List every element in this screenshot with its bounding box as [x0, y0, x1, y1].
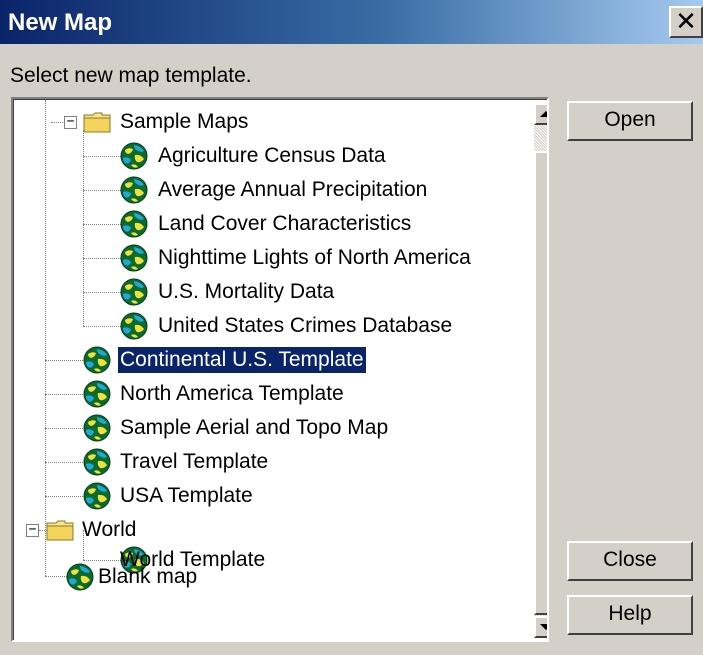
tree-scrollbar[interactable] — [534, 103, 547, 638]
close-icon[interactable]: ✕ — [669, 6, 703, 38]
title-bar: New Map ✕ — [0, 0, 703, 44]
globe-map-icon — [82, 379, 112, 409]
globe-map-icon — [82, 481, 112, 511]
tree-item-travel-template[interactable]: Travel Template — [120, 449, 268, 475]
globe-map-icon — [82, 447, 112, 477]
instruction-label: Select new map template. — [10, 64, 252, 87]
globe-map-icon — [119, 209, 149, 239]
tree-item-usa-template[interactable]: USA Template — [120, 483, 253, 509]
tree-item-us-crimes-database[interactable]: United States Crimes Database — [158, 313, 452, 339]
globe-map-icon — [82, 413, 112, 443]
folder-icon — [83, 111, 111, 133]
globe-map-icon — [119, 175, 149, 205]
open-button[interactable]: Open — [567, 101, 693, 141]
tree-item-land-cover-characteristics[interactable]: Land Cover Characteristics — [158, 211, 411, 237]
globe-map-icon — [65, 562, 95, 592]
globe-map-icon — [119, 277, 149, 307]
tree-item-sample-maps[interactable]: Sample Maps — [120, 109, 248, 135]
new-map-dialog: New Map ✕ Select new map template. − Sam… — [0, 0, 703, 655]
tree-item-us-mortality-data[interactable]: U.S. Mortality Data — [158, 279, 334, 305]
tree-item-sample-aerial-topo-map[interactable]: Sample Aerial and Topo Map — [120, 415, 388, 441]
template-tree[interactable]: − Sample Maps Agriculture Census Data Av… — [11, 97, 549, 642]
help-button[interactable]: Help — [567, 595, 693, 635]
tree-item-north-america-template[interactable]: North America Template — [120, 381, 344, 407]
globe-map-icon — [82, 345, 112, 375]
globe-map-icon — [119, 141, 149, 171]
folder-icon — [46, 519, 74, 541]
scroll-down-button[interactable] — [534, 616, 547, 638]
tree-item-nighttime-lights[interactable]: Nighttime Lights of North America — [158, 245, 471, 271]
arrow-down-icon — [540, 624, 547, 630]
scroll-up-button[interactable] — [534, 103, 547, 125]
tree-item-average-annual-precipitation[interactable]: Average Annual Precipitation — [158, 177, 427, 203]
scrollbar-thumb[interactable] — [534, 151, 547, 615]
window-title: New Map — [8, 9, 113, 36]
tree-item-agriculture-census-data[interactable]: Agriculture Census Data — [158, 143, 386, 169]
globe-map-icon — [119, 243, 149, 273]
tree-item-continental-us-template[interactable]: Continental U.S. Template — [117, 346, 367, 374]
globe-map-icon — [119, 311, 149, 341]
collapse-world-toggle[interactable]: − — [26, 523, 39, 537]
arrow-up-icon — [540, 111, 547, 117]
tree-item-world[interactable]: World — [82, 517, 136, 543]
collapse-sample-maps-toggle[interactable]: − — [64, 115, 77, 129]
tree-item-blank-map[interactable]: Blank map — [98, 564, 197, 590]
close-button[interactable]: Close — [567, 541, 693, 581]
